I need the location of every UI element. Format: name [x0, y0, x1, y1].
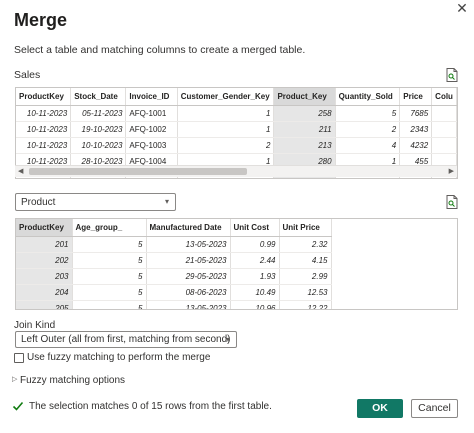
- close-icon[interactable]: ✕: [452, 0, 472, 18]
- table-cell: 05-11-2023: [70, 105, 127, 122]
- table-cell: 21-05-2023: [146, 252, 231, 269]
- table-cell: 4: [335, 137, 401, 154]
- table-cell: 10-11-2023: [16, 121, 72, 138]
- table-cell: 0.99: [230, 236, 280, 253]
- second-table-dropdown[interactable]: Product ▾: [15, 193, 176, 211]
- table-cell: AFQ-1002: [125, 121, 178, 138]
- table-row: 10-11-2023 10-10-2023 AFQ-1003 2 213 4 4…: [16, 137, 457, 154]
- chevron-down-icon: ▾: [164, 197, 169, 206]
- table-cell: AFQ-1003: [125, 137, 178, 154]
- table-row: 204 5 08-06-2023 10.49 12.53: [16, 284, 332, 301]
- table-cell: 258: [273, 105, 336, 122]
- table-cell: 5: [72, 252, 147, 269]
- table-cell: 203: [16, 268, 73, 285]
- table-cell: [431, 137, 457, 154]
- product-header-row: ProductKey Age_group_ Manufactured Date …: [16, 219, 332, 237]
- dialog-title: Merge: [14, 10, 68, 30]
- product-table[interactable]: ProductKey Age_group_ Manufactured Date …: [15, 218, 458, 310]
- table-cell: 12.53: [279, 284, 332, 301]
- second-table-selected: Product: [21, 196, 56, 208]
- table-cell: 5: [72, 268, 147, 285]
- table-cell: 13-05-2023: [146, 300, 231, 309]
- sales-column-header[interactable]: Customer_Gender_Key: [177, 88, 275, 106]
- sales-column-header[interactable]: Price: [399, 88, 433, 106]
- table-cell: [431, 121, 457, 138]
- table-row: 203 5 29-05-2023 1.93 2.99: [16, 268, 332, 285]
- first-table-label: Sales: [14, 69, 41, 81]
- table-cell: 29-05-2023: [146, 268, 231, 285]
- caret-right-icon[interactable]: ▷: [12, 375, 17, 383]
- sales-header-row: ProductKey Stock_Date Invoice_ID Custome…: [16, 88, 457, 106]
- product-column-header[interactable]: Unit Cost: [230, 219, 280, 237]
- table-cell: 7685: [399, 105, 433, 122]
- table-cell: 10.96: [230, 300, 280, 309]
- table-cell: 12.22: [279, 300, 332, 309]
- table-cell: 4232: [399, 137, 433, 154]
- table-row: 10-11-2023 05-11-2023 AFQ-1001 1 258 5 7…: [16, 105, 457, 122]
- table-cell: 205: [16, 300, 73, 309]
- join-kind-label: Join Kind: [14, 320, 56, 331]
- table-cell: 2.99: [279, 268, 332, 285]
- checkmark-icon: [12, 401, 24, 411]
- table-cell: 1: [177, 105, 275, 122]
- table-cell: 201: [16, 236, 73, 253]
- status-message: The selection matches 0 of 15 rows from …: [29, 401, 272, 412]
- table-cell: 4.15: [279, 252, 332, 269]
- sales-column-header[interactable]: ProductKey: [16, 88, 72, 106]
- cancel-button[interactable]: Cancel: [411, 399, 458, 418]
- sales-column-header[interactable]: Invoice_ID: [125, 88, 178, 106]
- table-cell: 2343: [399, 121, 433, 138]
- table-row: 205 5 13-05-2023 10.96 12.22: [16, 300, 332, 309]
- scrollbar-thumb[interactable]: [29, 168, 247, 175]
- file-preview-icon[interactable]: [446, 68, 458, 82]
- chevron-down-icon: ▾: [225, 335, 230, 344]
- join-kind-dropdown[interactable]: Left Outer (all from first, matching fro…: [15, 331, 237, 348]
- table-cell: 10-11-2023: [16, 137, 72, 154]
- table-cell: 2: [177, 137, 275, 154]
- horizontal-scrollbar[interactable]: ◀ ▶: [15, 165, 457, 177]
- table-cell: 10-11-2023: [16, 105, 72, 122]
- file-preview-icon[interactable]: [446, 195, 458, 209]
- table-row: 202 5 21-05-2023 2.44 4.15: [16, 252, 332, 269]
- table-row: 201 5 13-05-2023 0.99 2.32: [16, 236, 332, 253]
- table-cell: [431, 105, 457, 122]
- table-cell: 5: [72, 300, 147, 309]
- product-column-header[interactable]: Age_group_: [72, 219, 147, 237]
- table-cell: 204: [16, 284, 73, 301]
- fuzzy-matching-label[interactable]: Use fuzzy matching to perform the merge: [27, 352, 210, 363]
- table-cell: 10.49: [230, 284, 280, 301]
- sales-column-header[interactable]: Stock_Date: [70, 88, 127, 106]
- table-cell: 1.93: [230, 268, 280, 285]
- product-column-header[interactable]: Manufactured Date: [146, 219, 231, 237]
- table-cell: 211: [273, 121, 336, 138]
- table-cell: 2.32: [279, 236, 332, 253]
- table-cell: 19-10-2023: [70, 121, 127, 138]
- table-cell: 5: [335, 105, 401, 122]
- table-cell: 213: [273, 137, 336, 154]
- table-cell: 13-05-2023: [146, 236, 231, 253]
- table-cell: AFQ-1001: [125, 105, 178, 122]
- table-cell: 202: [16, 252, 73, 269]
- sales-column-header[interactable]: Quantity_Sold: [335, 88, 401, 106]
- table-cell: 08-06-2023: [146, 284, 231, 301]
- sales-column-header-selected[interactable]: Product_Key: [273, 88, 336, 106]
- join-kind-selected: Left Outer (all from first, matching fro…: [21, 334, 231, 345]
- table-cell: 5: [72, 236, 147, 253]
- table-row: 10-11-2023 19-10-2023 AFQ-1002 1 211 2 2…: [16, 121, 457, 138]
- table-cell: 2: [335, 121, 401, 138]
- table-cell: 5: [72, 284, 147, 301]
- scroll-left-arrow-icon[interactable]: ◀: [18, 167, 23, 175]
- product-column-header[interactable]: Unit Price: [279, 219, 332, 237]
- table-cell: 2.44: [230, 252, 280, 269]
- ok-button[interactable]: OK: [357, 399, 403, 418]
- product-column-header-selected[interactable]: ProductKey: [16, 219, 73, 237]
- fuzzy-options-toggle[interactable]: Fuzzy matching options: [20, 375, 125, 386]
- fuzzy-matching-checkbox[interactable]: [14, 353, 24, 363]
- dialog-subtitle: Select a table and matching columns to c…: [14, 44, 306, 56]
- sales-column-header[interactable]: Colu: [431, 88, 457, 106]
- scroll-right-arrow-icon[interactable]: ▶: [449, 167, 454, 175]
- table-cell: 10-10-2023: [70, 137, 127, 154]
- table-cell: 1: [177, 121, 275, 138]
